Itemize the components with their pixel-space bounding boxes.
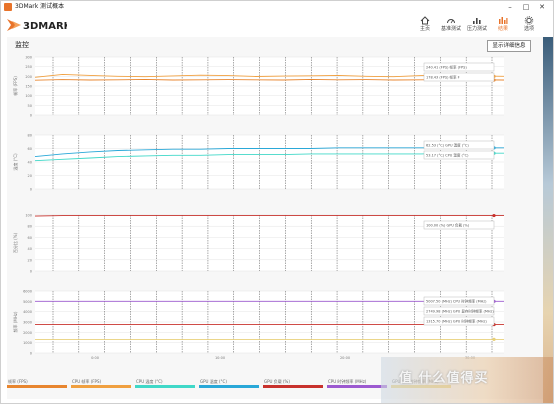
y-tick-label: 0: [30, 352, 32, 356]
legend-swatch: [263, 385, 323, 388]
app-header: 3DMARK 主页 基准测试 压力测试 结果 选项: [1, 13, 553, 37]
y-axis-label: 温度 (°C): [12, 153, 18, 171]
window-title: 3DMark 测试概本: [15, 3, 65, 10]
y-tick-label: 20: [28, 174, 32, 178]
y-axis-label: 百分比 (%): [12, 232, 18, 253]
monitoring-charts: 300250200150100500帧率 (FPS)240.41 (FPS) 帧…: [12, 56, 505, 360]
x-tick-label: 10:00: [215, 356, 225, 360]
legend-swatch: [7, 385, 67, 388]
legend-swatch: [327, 385, 387, 388]
logo-text: 3DMARK: [23, 21, 67, 32]
x-tick-label: 0:00: [91, 356, 99, 360]
series-line: [34, 215, 504, 217]
y-tick-label: 1000: [23, 341, 32, 345]
nav-options[interactable]: 选项: [517, 15, 541, 37]
y-tick-label: 40: [28, 161, 32, 165]
y-tick-label: 3000: [23, 321, 32, 325]
y-tick-label: 200: [25, 75, 32, 79]
results-icon: [499, 17, 508, 24]
y-tick-label: 100: [25, 94, 32, 98]
home-icon: [420, 16, 430, 25]
series-end-point: [492, 337, 496, 342]
monitoring-panel: 监控 显示详细信息 300 250 200 150 100 50 0 帧率 (FPS) 240.…: [7, 37, 545, 399]
value-tooltip-text: 62.53 (°C) GPU 温度 (°C): [426, 143, 469, 148]
background-wallpaper: [543, 37, 553, 403]
y-tick-label: 60: [28, 147, 32, 151]
y-tick-label: 300: [25, 56, 32, 60]
y-tick-label: 150: [25, 85, 32, 89]
value-tooltip-text: 240.41 (FPS) 帧率 (FPS): [426, 65, 467, 70]
y-tick-label: 0: [30, 188, 32, 192]
series-end-point: [492, 213, 496, 218]
gear-icon: [524, 16, 534, 25]
y-tick-label: 5000: [23, 300, 32, 304]
page-title: 监控: [15, 41, 29, 49]
y-tick-label: 80: [28, 225, 32, 229]
y-tick-label: 50: [28, 104, 32, 108]
value-tooltip-text: 100.00 (%) GPU 负载 (%): [426, 223, 470, 228]
legend-swatch: [71, 385, 131, 388]
value-tooltip-text: 5007.50 (MHz) CPU 时钟频率 (MHz): [426, 299, 487, 304]
value-tooltip-text: 53.17 (°C) CPU 温度 (°C): [426, 153, 469, 158]
app-icon: [4, 3, 12, 11]
y-axis-label: 帧率 (FPS): [12, 76, 18, 96]
value-tooltip-text: 178.43 (FPS) 帧率 F: [426, 75, 460, 80]
y-tick-label: 4000: [23, 310, 32, 314]
y-tick-label: 0: [30, 114, 32, 118]
y-tick-label: 40: [28, 247, 32, 251]
y-axis-label: 频率 (MHz): [12, 311, 18, 332]
value-tooltip-text: 2749.98 (MHz) GPU 显存时钟频率 (MHz): [426, 309, 494, 314]
y-tick-label: 6000: [23, 290, 32, 294]
value-tooltip-text: 1315.70 (MHz) GPU 时钟频率 (MHz): [426, 319, 487, 324]
show-details-button[interactable]: 显示详细信息: [487, 40, 531, 52]
y-tick-label: 0: [30, 270, 32, 274]
legend-swatch: [199, 385, 259, 388]
y-tick-label: 20: [28, 258, 32, 262]
title-bar: 3DMark 测试概本 – □ ✕: [1, 1, 553, 13]
close-button[interactable]: ✕: [534, 1, 550, 13]
watermark: 值 什么值得买: [399, 371, 489, 386]
y-tick-label: 250: [25, 65, 32, 69]
minimize-button[interactable]: –: [502, 1, 518, 13]
stress-icon: [473, 18, 481, 24]
y-tick-label: 2000: [23, 331, 32, 335]
y-tick-label: 60: [28, 236, 32, 240]
maximize-button[interactable]: □: [518, 1, 534, 13]
nav-options-label: 选项: [523, 26, 534, 32]
y-tick-label: 80: [28, 134, 32, 138]
3dmark-logo: 3DMARK: [7, 19, 67, 32]
x-tick-label: 20:00: [340, 356, 350, 360]
y-tick-label: 100: [25, 214, 32, 218]
app-window: 3DMark 测试概本 – □ ✕ 3DMARK 主页 基准测试 压力测试 结果: [0, 0, 554, 404]
gauge-icon: [447, 19, 455, 24]
legend-swatch: [135, 385, 195, 388]
